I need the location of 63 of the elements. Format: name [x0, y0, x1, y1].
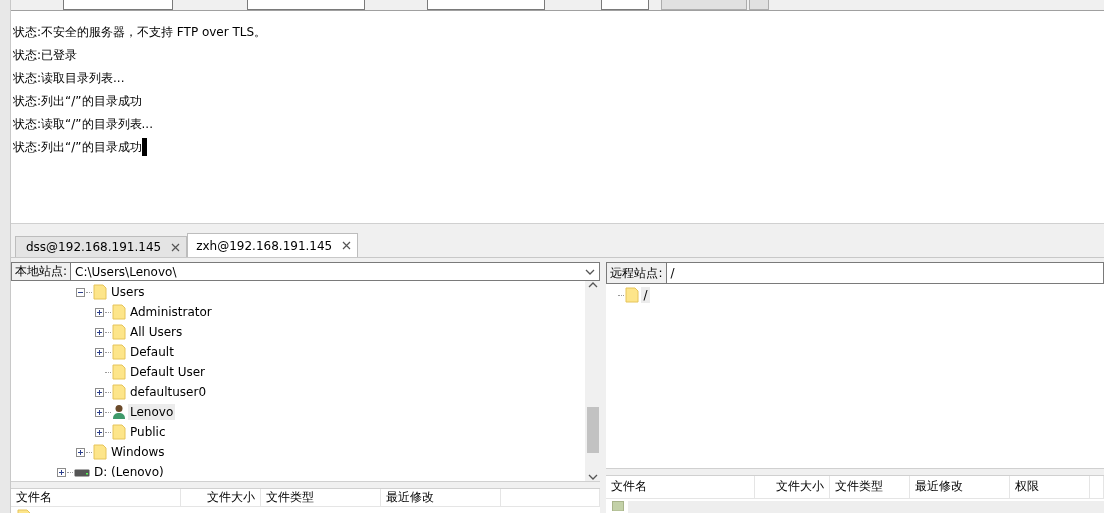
scrollbar[interactable] — [585, 281, 601, 481]
column-header[interactable]: 文件大小 — [755, 475, 831, 498]
expand-icon[interactable] — [57, 467, 66, 477]
folder-icon — [112, 304, 126, 320]
scroll-up-icon[interactable] — [587, 281, 598, 289]
tree-item[interactable]: Default User — [128, 364, 207, 380]
folder-icon — [112, 424, 126, 440]
log-line: 状态:不安全的服务器，不支持 FTP over TLS。 — [13, 24, 267, 41]
address-label: 本地站点: — [12, 263, 72, 280]
expand-icon[interactable] — [95, 407, 104, 417]
expand-icon[interactable] — [76, 447, 85, 457]
folder-icon — [93, 444, 107, 460]
tree-item[interactable]: Users — [109, 284, 147, 300]
scroll-down-icon[interactable] — [587, 473, 598, 481]
expand-icon[interactable] — [95, 387, 104, 397]
tree-item[interactable]: / — [641, 287, 650, 304]
column-header[interactable]: 最近修改 — [381, 489, 501, 506]
tree-item[interactable]: Public — [128, 424, 168, 440]
column-header[interactable]: 权限 — [1010, 475, 1091, 498]
column-header[interactable]: 文件类型 — [261, 489, 381, 506]
dropdown-icon[interactable] — [585, 267, 596, 276]
column-header[interactable]: 文件大小 — [181, 489, 261, 506]
folder-icon — [625, 287, 640, 304]
column-header[interactable]: 文件名 — [11, 489, 181, 506]
expand-icon[interactable] — [95, 307, 104, 317]
log-line: 状态:列出“/”的目录成功 — [13, 139, 142, 156]
address-bar[interactable]: 远程站点: / — [606, 262, 1104, 285]
tree-item[interactable]: Administrator — [128, 304, 214, 320]
tab[interactable]: dss@192.168.191.145 — [15, 236, 188, 257]
user-icon — [112, 404, 126, 420]
address-label: 远程站点: — [607, 263, 667, 284]
log-line: 状态:已登录 — [13, 47, 78, 64]
expand-icon[interactable] — [95, 427, 104, 437]
tree-item[interactable]: defaultuser0 — [128, 384, 209, 400]
log-line: 状态:读取“/”的目录列表... — [13, 116, 153, 133]
close-icon[interactable] — [171, 242, 181, 252]
path-field[interactable]: C:\Users\Lenovo\ — [75, 264, 177, 279]
folder-icon — [93, 284, 107, 300]
expand-icon[interactable] — [95, 347, 104, 357]
expand-icon[interactable] — [95, 327, 104, 337]
column-header[interactable]: 最近修改 — [910, 475, 1011, 498]
log-line: 状态:列出“/”的目录成功 — [13, 93, 142, 110]
tab[interactable]: zxh@192.168.191.145 — [187, 233, 359, 257]
text-cursor — [141, 138, 147, 156]
tree-item[interactable]: All Users — [128, 324, 185, 340]
folder-icon — [112, 344, 126, 360]
address-bar[interactable]: 本地站点: C:\Users\Lenovo\ — [11, 262, 601, 281]
folder-icon — [112, 364, 126, 380]
path-field[interactable]: / — [670, 266, 675, 281]
column-header[interactable]: 文件名 — [606, 475, 756, 498]
drive-icon — [74, 467, 90, 477]
tree-item[interactable]: Lenovo — [128, 404, 176, 420]
folder-icon — [112, 324, 126, 340]
scrollbar-thumb[interactable] — [586, 407, 599, 453]
tree-item[interactable]: Windows — [109, 444, 167, 460]
log-line: 状态:读取目录列表... — [13, 70, 125, 87]
collapse-icon[interactable] — [76, 287, 85, 297]
file-icon — [612, 501, 625, 511]
folder-icon — [112, 384, 126, 400]
column-header[interactable]: 文件类型 — [830, 475, 911, 498]
tree-item[interactable]: Default — [128, 344, 176, 360]
close-icon[interactable] — [342, 241, 352, 250]
tree-item[interactable]: D: (Lenovo) — [92, 464, 166, 480]
